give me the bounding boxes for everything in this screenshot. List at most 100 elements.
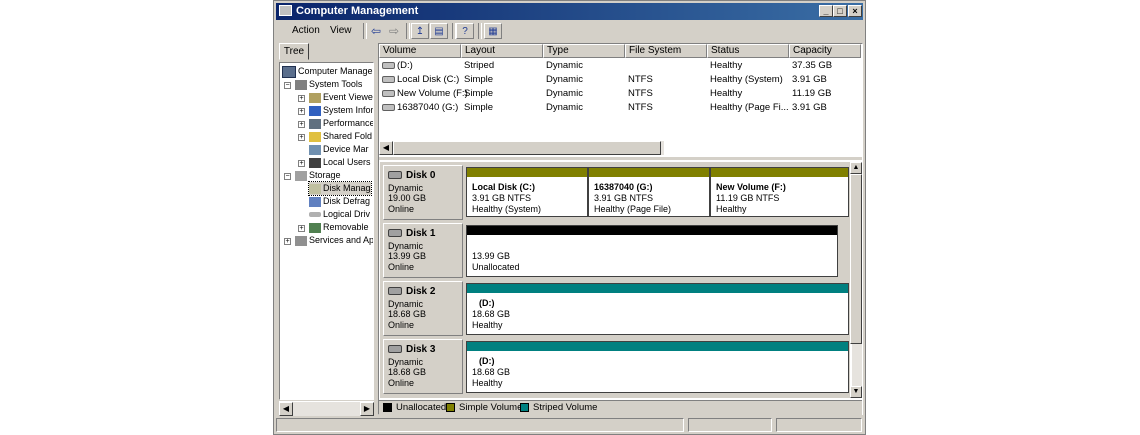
table-row[interactable]: 16387040 (G:) Simple Dynamic NTFS Health… (379, 101, 859, 115)
column-header-volume[interactable]: Volume (379, 44, 461, 58)
tree-item-removable-storage[interactable]: Removable (309, 221, 369, 234)
scroll-up-icon[interactable]: ▲ (850, 162, 862, 174)
tree-item-performance[interactable]: Performance (309, 117, 373, 130)
tree-pane: Computer Managem − System Tools + Event … (279, 62, 374, 400)
menu-action[interactable]: Action (292, 25, 320, 36)
partition-16387040-g[interactable]: 16387040 (G:) 3.91 GB NTFS Healthy (Page… (588, 167, 710, 217)
disk-2-card[interactable]: Disk 2 Dynamic 18.68 GB Online (383, 281, 463, 336)
partition-d-disk-2[interactable]: (D:) 18.68 GB Healthy (466, 283, 849, 335)
close-button[interactable]: × (848, 5, 862, 17)
legend-striped-volume: Striped Volume (533, 402, 598, 413)
simple-volume-bar (711, 168, 848, 177)
title-bar[interactable]: Computer Management _ □ × (276, 3, 863, 20)
disk-3-card[interactable]: Disk 3 Dynamic 18.68 GB Online (383, 339, 463, 394)
help-icon[interactable]: ? (456, 23, 474, 39)
expand-icon[interactable]: + (298, 134, 305, 141)
tree-item-disk-management[interactable]: Disk Manag (308, 181, 372, 196)
table-row[interactable]: (D:) Striped Dynamic Healthy 37.35 GB (379, 59, 859, 73)
pane-splitter[interactable] (379, 157, 862, 160)
legend-unallocated: Unallocated (396, 402, 447, 413)
back-arrow-icon[interactable]: ⇦ (367, 23, 385, 39)
properties-icon[interactable]: ▦ (484, 23, 502, 39)
tree-item-disk-defragmenter[interactable]: Disk Defrag (309, 195, 370, 208)
minimize-button[interactable]: _ (819, 5, 833, 17)
tree-horizontal-scrollbar[interactable]: ◀ ▶ (279, 401, 374, 416)
expand-icon[interactable]: + (298, 160, 305, 167)
partition-local-disk-c[interactable]: Local Disk (C:) 3.91 GB NTFS Healthy (Sy… (466, 167, 588, 217)
scroll-thumb[interactable] (850, 174, 862, 344)
status-panel (776, 418, 862, 432)
event-viewer-icon (309, 92, 321, 103)
window-title: Computer Management (296, 5, 419, 17)
removable-storage-icon (309, 222, 321, 233)
scroll-left-icon[interactable]: ◀ (279, 402, 293, 416)
striped-volume-swatch (520, 403, 529, 412)
drive-icon (309, 212, 321, 218)
legend-bar: Unallocated Simple Volume Striped Volume (379, 400, 862, 415)
expand-icon[interactable]: + (284, 238, 291, 245)
drive-icon (382, 103, 395, 111)
storage-icon (295, 170, 307, 181)
scroll-down-icon[interactable]: ▼ (850, 386, 862, 398)
users-icon (309, 157, 321, 168)
system-info-icon (309, 105, 321, 116)
partition-d-disk-3[interactable]: (D:) 18.68 GB Healthy (466, 341, 849, 393)
column-header-file-system[interactable]: File System (625, 44, 707, 58)
up-folder-icon[interactable]: ↥ (411, 23, 429, 39)
collapse-icon[interactable]: − (284, 173, 291, 180)
disk-1-card[interactable]: Disk 1 Dynamic 13.99 GB Online (383, 223, 463, 278)
tree-item-device-manager[interactable]: Device Mar (309, 143, 369, 156)
status-bar (276, 417, 863, 433)
tree-item-event-viewer[interactable]: Event Viewe (309, 91, 373, 104)
expand-icon[interactable]: + (298, 95, 305, 102)
tools-icon (295, 79, 307, 90)
device-manager-icon (309, 144, 321, 155)
simple-volume-bar (467, 168, 587, 177)
computer-icon (282, 65, 296, 78)
column-header-status[interactable]: Status (707, 44, 789, 58)
striped-volume-bar (467, 284, 848, 293)
scroll-thumb[interactable] (393, 141, 661, 155)
show-hide-tree-icon[interactable]: ▤ (430, 23, 448, 39)
forward-arrow-icon[interactable]: ⇨ (385, 23, 403, 39)
tree-item-services-applications[interactable]: Services and Ap (295, 234, 373, 247)
unallocated-swatch (383, 403, 392, 412)
tree-item-shared-folders[interactable]: Shared Fold (309, 130, 372, 143)
computer-management-window: Computer Management _ □ × Action View ⇦ … (273, 0, 866, 435)
tree-item-system-information[interactable]: System Infor (309, 104, 373, 117)
expand-icon[interactable]: + (298, 121, 305, 128)
collapse-icon[interactable]: − (284, 82, 291, 89)
disk-management-icon (309, 183, 321, 194)
drive-icon (382, 75, 395, 83)
partition-new-volume-f[interactable]: New Volume (F:) 11.19 GB NTFS Healthy (710, 167, 849, 217)
drive-icon (382, 89, 395, 97)
graph-vertical-scrollbar[interactable]: ▲ ▼ (850, 162, 862, 398)
services-icon (295, 235, 307, 246)
disk-management-pane: Volume Layout Type File System Status Ca… (378, 43, 863, 415)
table-row[interactable]: Local Disk (C:) Simple Dynamic NTFS Heal… (379, 73, 859, 87)
column-header-layout[interactable]: Layout (461, 44, 543, 58)
expand-icon[interactable]: + (298, 225, 305, 232)
volume-list-horizontal-scrollbar[interactable]: ◀ (379, 141, 664, 155)
partition-unallocated[interactable]: 13.99 GB Unallocated (466, 225, 838, 277)
tree-item-system-tools[interactable]: System Tools (295, 78, 362, 91)
expand-icon[interactable]: + (298, 108, 305, 115)
table-row[interactable]: New Volume (F:) Simple Dynamic NTFS Heal… (379, 87, 859, 101)
menu-view[interactable]: View (330, 25, 352, 36)
disk-icon (388, 345, 402, 354)
tree-item-storage[interactable]: Storage (295, 169, 341, 182)
performance-icon (309, 118, 321, 129)
tree-item-computer-management[interactable]: Computer Managem (282, 65, 373, 78)
disk-0-card[interactable]: Disk 0 Dynamic 19.00 GB Online (383, 165, 463, 220)
column-header-capacity[interactable]: Capacity (789, 44, 861, 58)
maximize-button[interactable]: □ (833, 5, 847, 17)
tree-item-logical-drives[interactable]: Logical Driv (309, 208, 370, 221)
unallocated-bar (467, 226, 837, 235)
tab-tree[interactable]: Tree (279, 43, 309, 60)
tree-item-local-users[interactable]: Local Users (309, 156, 371, 169)
scroll-left-icon[interactable]: ◀ (379, 141, 393, 155)
status-panel (276, 418, 684, 432)
scroll-right-icon[interactable]: ▶ (360, 402, 374, 416)
disk-icon (388, 229, 402, 238)
column-header-type[interactable]: Type (543, 44, 625, 58)
